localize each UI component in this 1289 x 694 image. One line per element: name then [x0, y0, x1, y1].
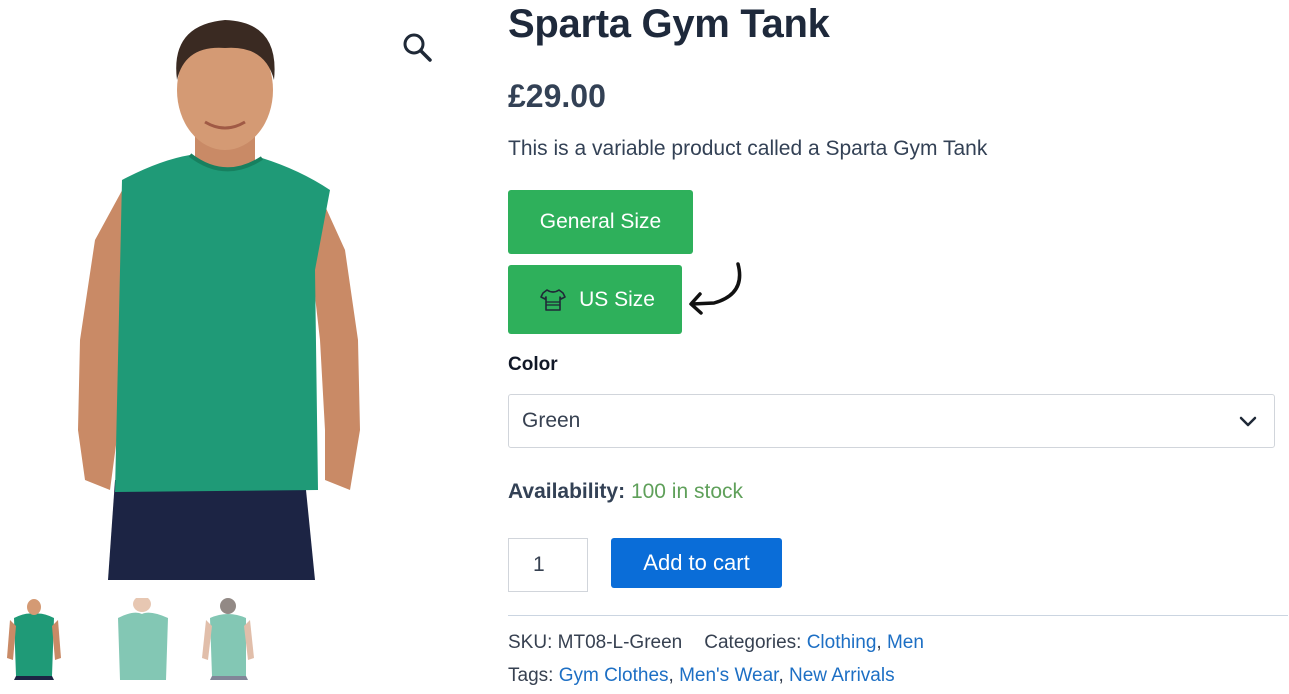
sku-label: SKU: [508, 632, 553, 653]
quantity-input[interactable]: 1 [508, 538, 588, 592]
category-separator: , [876, 632, 882, 653]
category-link-men[interactable]: Men [887, 632, 924, 653]
search-icon[interactable] [400, 30, 434, 64]
thumbnail-1[interactable] [4, 598, 64, 680]
us-size-button[interactable]: US Size [508, 265, 682, 334]
sku-value: MT08-L-Green [557, 632, 683, 653]
general-size-label: General Size [539, 210, 662, 233]
divider [508, 615, 1288, 616]
us-size-label: US Size [579, 287, 655, 311]
color-select[interactable]: Green [508, 394, 1275, 448]
add-to-cart-label: Add to cart [643, 550, 750, 575]
tag-separator: , [778, 665, 784, 686]
tag-separator: , [668, 665, 674, 686]
quantity-value: 1 [533, 553, 545, 576]
color-label: Color [508, 354, 558, 375]
tag-link-gym-clothes[interactable]: Gym Clothes [559, 665, 669, 686]
thumbnail-3[interactable] [198, 598, 258, 680]
product-meta-sku-categories: SKU: MT08-L-Green Categories: Clothing, M… [508, 632, 924, 654]
chevron-down-icon [1239, 416, 1257, 427]
curved-arrow-icon [689, 262, 742, 315]
product-title: Sparta Gym Tank [508, 2, 830, 46]
product-price: £29.00 [508, 78, 606, 114]
product-gallery [0, 0, 470, 694]
stock-status: 100 in stock [630, 480, 744, 503]
availability: Availability: 100 in stock [508, 480, 743, 504]
tag-link-new-arrivals[interactable]: New Arrivals [789, 665, 895, 686]
category-link-clothing[interactable]: Clothing [807, 632, 877, 653]
tshirt-icon [535, 282, 571, 318]
categories-label: Categories: [704, 632, 802, 653]
general-size-button[interactable]: General Size [508, 190, 693, 254]
product-meta-tags: Tags: Gym Clothes, Men's Wear, New Arriv… [508, 665, 895, 687]
availability-label: Availability: [508, 480, 626, 503]
product-main-image[interactable] [40, 10, 420, 580]
product-description: This is a variable product called a Spar… [508, 137, 988, 160]
tags-label: Tags: [508, 665, 554, 686]
color-selected-value: Green [522, 409, 581, 432]
tag-link-mens-wear[interactable]: Men's Wear [679, 665, 778, 686]
thumbnail-2[interactable] [112, 598, 172, 680]
add-to-cart-button[interactable]: Add to cart [611, 538, 782, 588]
